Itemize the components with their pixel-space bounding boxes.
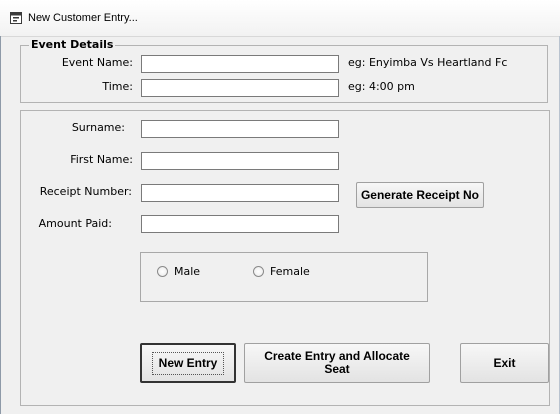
generate-receipt-button[interactable]: Generate Receipt No [356, 182, 484, 208]
window-border-left [0, 36, 1, 414]
generate-receipt-label: Generate Receipt No [360, 187, 480, 202]
receipt-number-label: Receipt Number: [39, 185, 132, 198]
time-label: Time: [102, 80, 133, 93]
window-title: New Customer Entry... [28, 12, 138, 24]
event-name-input[interactable] [141, 55, 339, 73]
exit-button[interactable]: Exit [460, 343, 549, 383]
male-radio-option[interactable]: Male [157, 265, 200, 278]
app-icon [10, 12, 22, 24]
event-name-label: Event Name: [61, 56, 133, 69]
new-entry-button[interactable]: New Entry [140, 343, 236, 383]
new-entry-label: New Entry [151, 351, 225, 375]
male-radio[interactable] [157, 266, 168, 277]
surname-label: Surname: [71, 121, 125, 134]
create-allocate-button[interactable]: Create Entry and Allocate Seat [244, 343, 430, 383]
create-allocate-label: Create Entry and Allocate Seat [264, 349, 410, 376]
exit-label: Exit [493, 355, 516, 370]
time-hint: eg: 4:00 pm [348, 80, 415, 93]
first-name-input[interactable] [141, 152, 339, 170]
female-radio-option[interactable]: Female [253, 265, 310, 278]
window-titlebar[interactable]: New Customer Entry... [0, 0, 560, 37]
receipt-number-input[interactable] [141, 184, 339, 202]
first-name-label: First Name: [70, 153, 133, 166]
amount-paid-label: Amount Paid: [38, 217, 112, 230]
male-label: Male [174, 265, 201, 278]
time-input[interactable] [141, 79, 339, 97]
event-name-hint: eg: Enyimba Vs Heartland Fc [348, 56, 508, 69]
surname-input[interactable] [141, 120, 339, 138]
female-label: Female [270, 265, 310, 278]
amount-paid-input[interactable] [141, 215, 339, 233]
female-radio[interactable] [253, 266, 264, 277]
event-details-title: Event Details [29, 38, 116, 51]
